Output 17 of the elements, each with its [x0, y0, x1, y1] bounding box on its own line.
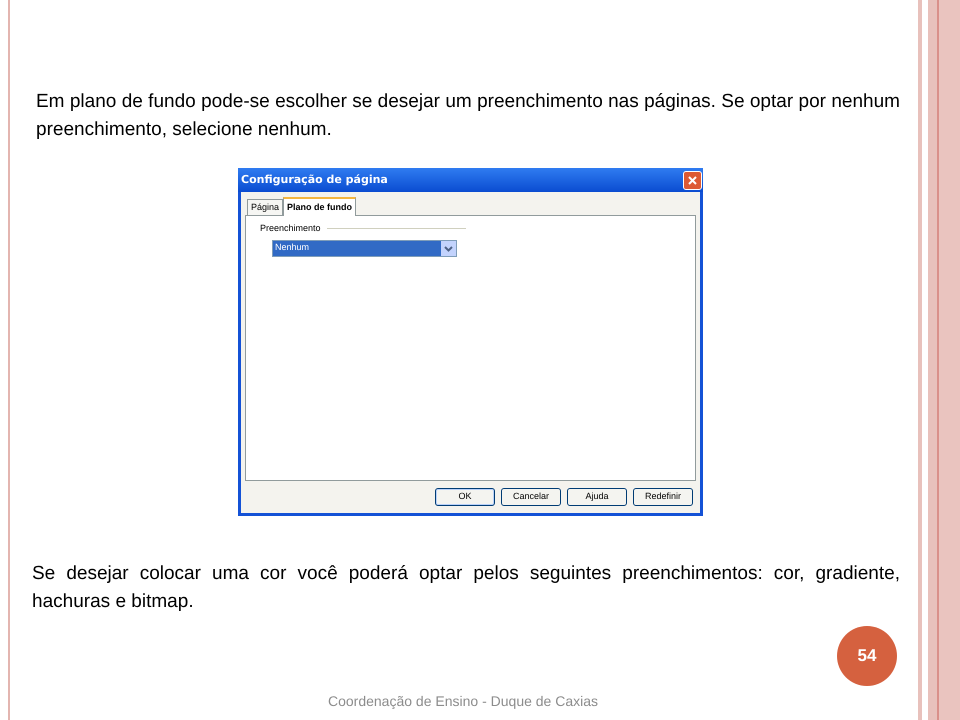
group-label: Preenchimento: [260, 222, 321, 235]
window-title: Configuração de página: [241, 172, 388, 188]
chevron-down-icon: [441, 240, 456, 256]
dropdown-value: Nenhum: [275, 241, 310, 254]
fill-dropdown[interactable]: Nenhum: [272, 240, 457, 256]
page-number-badge: 54: [837, 626, 897, 686]
paragraph: Se desejar colocar uma cor você poderá optar pelos seguintes preenchimentos: cor, gradiente, hachuras e bitmap.: [31, 562, 900, 614]
paragraph: Em plano de fundo pode-se escolher se desejar um preenchimento nas páginas. Se optar por nenhum preenchimento, selecione nenhum.: [36, 90, 900, 142]
tab[interactable]: Plano de fundo: [283, 197, 356, 216]
footer-text: Coordenação de Ensino - Duque de Caxias: [328, 692, 598, 711]
dialog-button[interactable]: Ajuda: [567, 488, 627, 506]
dialog-button[interactable]: OK: [435, 488, 495, 506]
dialog-button[interactable]: Cancelar: [501, 488, 561, 506]
tab[interactable]: Página: [247, 199, 284, 215]
close-button[interactable]: [683, 170, 702, 190]
dialog-button[interactable]: Redefinir: [633, 488, 693, 506]
close-icon: [688, 176, 697, 184]
